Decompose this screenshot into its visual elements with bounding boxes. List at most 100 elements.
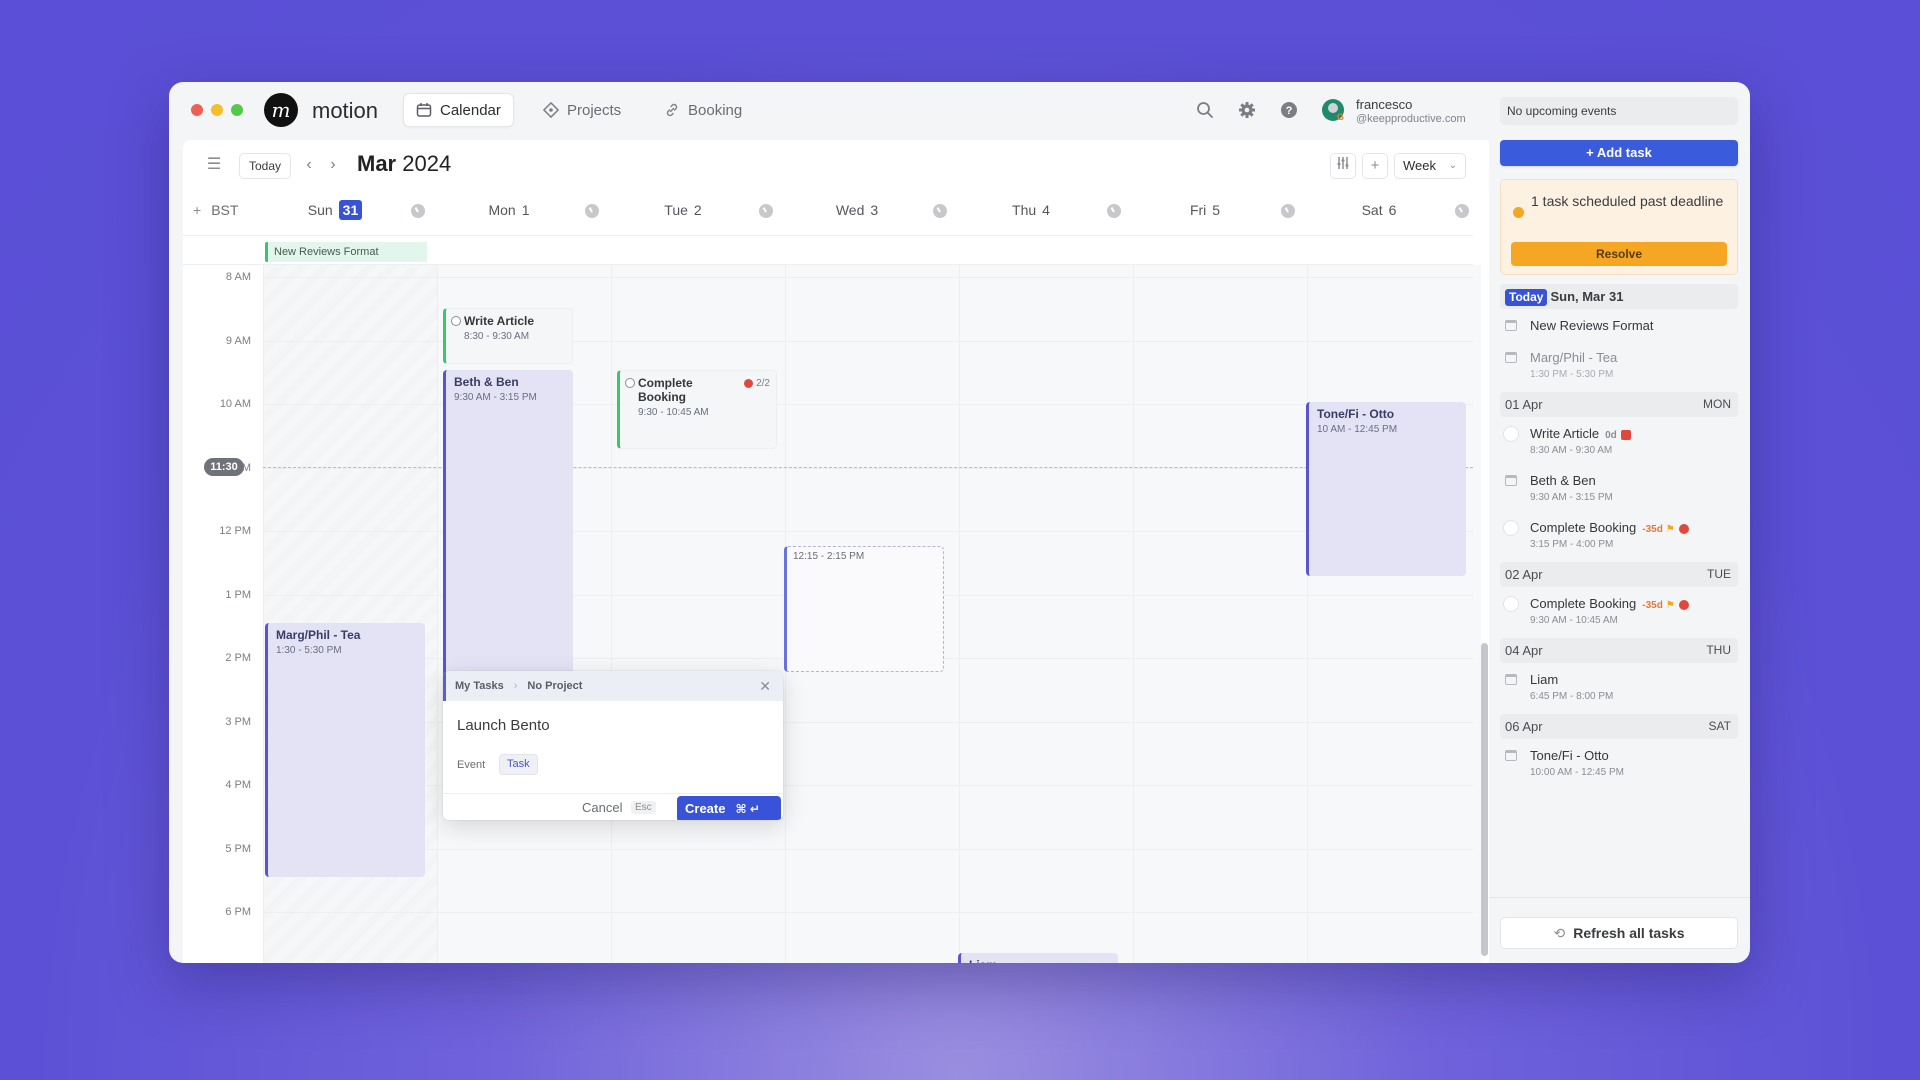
diamond-icon [543, 102, 559, 118]
close-icon[interactable]: ✕ [759, 678, 771, 695]
event-tone-fi-otto[interactable]: Tone/Fi - Otto 10 AM - 12:45 PM [1306, 402, 1466, 576]
day-column-fri[interactable] [1133, 265, 1307, 963]
agenda-day-header: 06 Apr SAT [1500, 714, 1738, 739]
nav-booking[interactable]: Booking [652, 93, 754, 127]
chevron-right-icon[interactable]: › [324, 155, 342, 175]
event-marg-phil-tea[interactable]: Marg/Phil - Tea 1:30 - 5:30 PM [265, 623, 425, 877]
day-header-sun[interactable]: Sun 31 [275, 200, 395, 220]
hour-label: 6 PM [225, 906, 251, 918]
nav-projects[interactable]: Projects [531, 93, 633, 127]
agenda-item[interactable]: New Reviews Format [1500, 309, 1738, 341]
calendar-grid[interactable]: New Reviews Format 8 AM9 AM10 AM11 AM12 … [183, 235, 1481, 963]
allday-event-new-reviews-format[interactable]: New Reviews Format [265, 242, 427, 262]
agenda-dow: THU [1706, 643, 1731, 657]
alert-icon [1620, 429, 1631, 440]
agenda-item[interactable]: Complete Booking -35d ⚑ 9:30 AM - 10:45 AM [1500, 587, 1738, 634]
day-header-sat[interactable]: Sat 6 [1319, 202, 1439, 218]
day-header-wed[interactable]: Wed 3 [797, 202, 917, 218]
upcoming-events[interactable]: No upcoming events [1500, 97, 1738, 125]
agenda-item[interactable]: Beth & Ben 9:30 AM - 3:15 PM [1500, 464, 1738, 511]
day-header-fri[interactable]: Fri 5 [1145, 202, 1265, 218]
event-complete-booking-tue[interactable]: Complete Booking 9:30 - 10:45 AM 2/2 [617, 370, 777, 449]
warning-icon [1513, 207, 1524, 218]
event-write-article[interactable]: Write Article 8:30 - 9:30 AM [443, 308, 573, 364]
agenda-dow: SAT [1708, 719, 1731, 733]
agenda-date: 06 Apr [1505, 719, 1543, 734]
menu-icon[interactable]: ☰ [205, 156, 223, 174]
day-header-thu[interactable]: Thu 4 [971, 202, 1091, 218]
search-icon[interactable] [1194, 99, 1216, 121]
view-select[interactable]: Week ⌄ [1394, 153, 1466, 179]
deadline-badge: 0d [1605, 430, 1617, 441]
agenda-item[interactable]: Complete Booking -35d ⚑ 3:15 PM - 4:00 PM [1500, 511, 1738, 558]
day-column-sat[interactable] [1307, 265, 1481, 963]
calendar-scrollbar[interactable] [1481, 643, 1488, 956]
task-checkbox[interactable] [1503, 426, 1519, 442]
clock-icon[interactable] [759, 204, 773, 218]
clock-icon[interactable] [1107, 204, 1121, 218]
agenda-item[interactable]: Tone/Fi - Otto 10:00 AM - 12:45 PM [1500, 739, 1738, 786]
filter-sliders-button[interactable] [1330, 153, 1356, 179]
help-icon[interactable]: ? [1278, 99, 1300, 121]
agenda-item-title: Write Article 0d [1530, 426, 1738, 441]
close-window-button[interactable] [191, 104, 203, 116]
event-title: Tone/Fi - Otto [1317, 407, 1395, 421]
agenda-item-time: 6:45 PM - 8:00 PM [1530, 691, 1614, 702]
day-number: 2 [693, 202, 702, 218]
day-column-thu[interactable] [959, 265, 1133, 963]
agenda-item[interactable]: Marg/Phil - Tea 1:30 PM - 5:30 PM [1500, 341, 1738, 388]
agenda-item[interactable]: Liam 6:45 PM - 8:00 PM [1500, 663, 1738, 710]
task-checkbox[interactable] [451, 316, 461, 326]
today-button[interactable]: Today [239, 153, 292, 179]
clock-icon[interactable] [1281, 204, 1295, 218]
esc-shortcut-hint: Esc [631, 801, 656, 814]
hour-label: 9 AM [225, 334, 251, 347]
create-button[interactable]: Create ⌘ ↵ [677, 796, 781, 820]
task-title-input[interactable]: Launch Bento [457, 717, 550, 734]
type-toggle-task[interactable]: Task [499, 754, 538, 775]
type-toggle-event[interactable]: Event [457, 759, 485, 771]
event-title: Complete Booking [638, 376, 693, 404]
event-draft-placeholder[interactable]: 12:15 - 2:15 PM [784, 546, 944, 672]
clock-icon[interactable] [1455, 204, 1469, 218]
flag-icon: ⚑ [1665, 600, 1675, 611]
clock-icon[interactable] [933, 204, 947, 218]
day-header-tue[interactable]: Tue 2 [623, 202, 743, 218]
agenda-item-title: Liam [1530, 672, 1738, 687]
refresh-all-tasks-button[interactable]: ⟲ Refresh all tasks [1500, 917, 1738, 949]
day-number: 4 [1042, 202, 1050, 218]
gear-icon[interactable] [1236, 99, 1258, 121]
maximize-window-button[interactable] [231, 104, 243, 116]
agenda-item[interactable]: Write Article 0d 8:30 AM - 9:30 AM [1500, 417, 1738, 464]
agenda-item-title-text: Beth & Ben [1530, 473, 1596, 488]
agenda-item-title: Complete Booking -35d ⚑ [1530, 520, 1738, 535]
chevron-left-icon[interactable]: ‹ [300, 155, 318, 175]
breadcrumb-project[interactable]: No Project [527, 680, 582, 692]
task-checkbox[interactable] [625, 378, 635, 388]
event-liam[interactable]: Liam [958, 953, 1118, 963]
add-task-button[interactable]: + Add task [1500, 140, 1738, 166]
resolve-button[interactable]: Resolve [1511, 242, 1727, 266]
add-event-button[interactable]: + [1362, 153, 1388, 179]
agenda-item-title-text: New Reviews Format [1530, 318, 1654, 333]
agenda-item-time: 1:30 PM - 5:30 PM [1530, 369, 1614, 380]
add-timezone-icon[interactable]: + [193, 202, 201, 218]
clock-icon[interactable] [411, 204, 425, 218]
nav-calendar[interactable]: Calendar [403, 93, 514, 127]
task-checkbox[interactable] [1503, 520, 1519, 536]
today-pill: Today [1505, 289, 1548, 306]
breadcrumb-workspace[interactable]: My Tasks [455, 680, 504, 692]
event-title: Write Article [464, 314, 535, 328]
day-number: 6 [1388, 202, 1397, 218]
clock-icon[interactable] [585, 204, 599, 218]
minimize-window-button[interactable] [211, 104, 223, 116]
task-checkbox[interactable] [1503, 596, 1519, 612]
agenda-item-title: New Reviews Format [1530, 318, 1738, 333]
day-header-mon[interactable]: Mon 1 [449, 202, 569, 218]
event-badges: 2/2 [742, 377, 770, 389]
cancel-button[interactable]: Cancel [582, 800, 622, 815]
deadline-warning: 1 task scheduled past deadline Resolve [1500, 179, 1738, 275]
timezone-label[interactable]: + BST [193, 202, 238, 218]
user-email: @keepproductive.com [1356, 113, 1466, 125]
divider [1490, 897, 1750, 898]
